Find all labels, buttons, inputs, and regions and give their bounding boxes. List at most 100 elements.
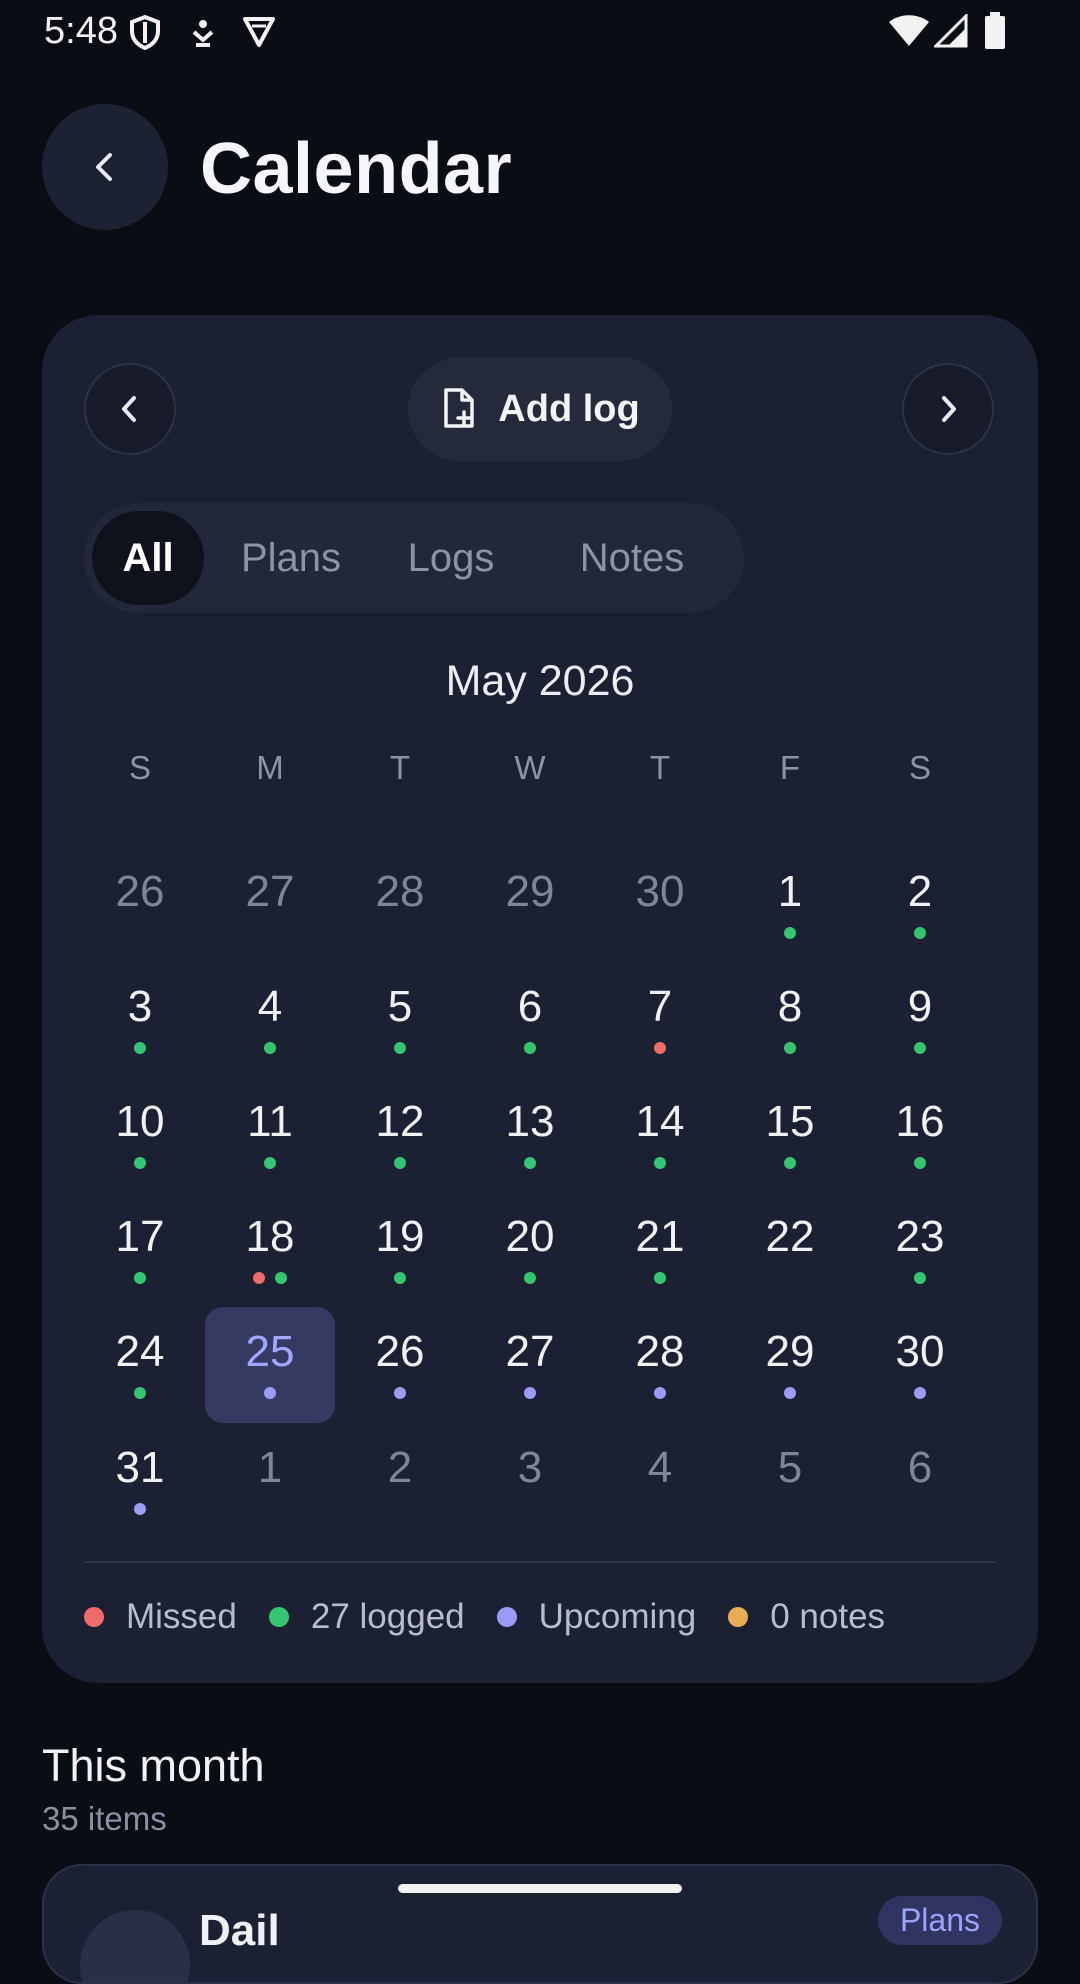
- legend-logged: 27 logged: [268, 1597, 465, 1637]
- missed-dot: [84, 1607, 104, 1627]
- calendar-day[interactable]: 26: [335, 1307, 465, 1423]
- logged-dot: [134, 1387, 146, 1399]
- calendar-day[interactable]: 2: [855, 847, 985, 963]
- vpn-icon: [243, 17, 275, 47]
- calendar-day[interactable]: 28: [335, 847, 465, 963]
- day-indicators: [75, 1042, 205, 1054]
- calendar-day[interactable]: 4: [595, 1423, 725, 1539]
- calendar-day[interactable]: 27: [205, 847, 335, 963]
- calendar-day[interactable]: 5: [725, 1423, 855, 1539]
- calendar-day[interactable]: 20: [465, 1192, 595, 1308]
- day-number: 27: [245, 867, 295, 916]
- day-number: 4: [647, 1443, 673, 1492]
- notification-icon: [192, 20, 214, 47]
- logged-dot: [914, 1272, 926, 1284]
- battery-icon: [985, 12, 1005, 49]
- tab-plans[interactable]: Plans: [216, 511, 366, 605]
- day-number: 22: [765, 1212, 815, 1261]
- calendar-day[interactable]: 18: [205, 1192, 335, 1308]
- legend-label: 27 logged: [310, 1597, 465, 1636]
- day-indicators: [205, 1157, 335, 1169]
- day-indicators: [205, 1272, 335, 1284]
- calendar-day[interactable]: 8: [725, 962, 855, 1078]
- prev-month-button[interactable]: [84, 363, 176, 455]
- list-item-title: Dail: [199, 1906, 280, 1955]
- day-number: 13: [505, 1097, 555, 1146]
- tab-all[interactable]: All: [92, 511, 204, 605]
- calendar-day[interactable]: 23: [855, 1192, 985, 1308]
- logged-dot: [264, 1042, 276, 1054]
- day-number: 29: [505, 867, 555, 916]
- calendar-day[interactable]: 21: [595, 1192, 725, 1308]
- legend-label: 0 notes: [770, 1597, 886, 1636]
- calendar-day[interactable]: 10: [75, 1077, 205, 1193]
- calendar-day[interactable]: 7: [595, 962, 725, 1078]
- calendar-day[interactable]: 5: [335, 962, 465, 1078]
- day-number: 21: [635, 1212, 685, 1261]
- day-number: 24: [115, 1327, 165, 1376]
- calendar-day[interactable]: 31: [75, 1423, 205, 1539]
- day-indicators: [335, 1157, 465, 1169]
- missed-dot: [654, 1042, 666, 1054]
- calendar-day[interactable]: 13: [465, 1077, 595, 1193]
- calendar-day[interactable]: 9: [855, 962, 985, 1078]
- tab-notes[interactable]: Notes: [544, 511, 720, 605]
- calendar-day[interactable]: 29: [465, 847, 595, 963]
- day-number: 30: [895, 1327, 945, 1376]
- calendar-day[interactable]: 16: [855, 1077, 985, 1193]
- calendar-day[interactable]: 27: [465, 1307, 595, 1423]
- calendar-day[interactable]: 30: [595, 847, 725, 963]
- logged-dot: [394, 1157, 406, 1169]
- calendar-day[interactable]: 19: [335, 1192, 465, 1308]
- home-indicator[interactable]: [398, 1884, 682, 1893]
- logged-dot: [134, 1042, 146, 1054]
- calendar-day[interactable]: 2: [335, 1423, 465, 1539]
- logged-dot: [784, 1042, 796, 1054]
- weekday-label: T: [649, 749, 671, 786]
- calendar-day[interactable]: 6: [465, 962, 595, 1078]
- calendar-day[interactable]: 26: [75, 847, 205, 963]
- day-indicators: [335, 1387, 465, 1399]
- weekday-label: W: [514, 749, 546, 786]
- calendar-day[interactable]: 30: [855, 1307, 985, 1423]
- day-number: 28: [375, 867, 425, 916]
- calendar-day[interactable]: 29: [725, 1307, 855, 1423]
- back-button[interactable]: [42, 104, 168, 230]
- calendar-day[interactable]: 28: [595, 1307, 725, 1423]
- calendar-day[interactable]: 1: [205, 1423, 335, 1539]
- day-indicators: [75, 1387, 205, 1399]
- calendar-day[interactable]: 14: [595, 1077, 725, 1193]
- logged-dot: [524, 1157, 536, 1169]
- day-number: 5: [777, 1443, 803, 1492]
- day-indicators: [855, 1157, 985, 1169]
- month-label: May 2026: [445, 657, 635, 705]
- calendar-day[interactable]: 1: [725, 847, 855, 963]
- next-month-button[interactable]: [902, 363, 994, 455]
- list-item[interactable]: Dail Plans: [42, 1864, 1038, 1984]
- page-title: Calendar: [200, 129, 513, 209]
- calendar-day[interactable]: 24: [75, 1307, 205, 1423]
- calendar-day[interactable]: 12: [335, 1077, 465, 1193]
- calendar-day[interactable]: 6: [855, 1423, 985, 1539]
- calendar-day[interactable]: 3: [75, 962, 205, 1078]
- day-indicators: [855, 927, 985, 939]
- legend: Missed 27 logged Upcoming 0 notes: [84, 1597, 917, 1637]
- calendar-day[interactable]: 3: [465, 1423, 595, 1539]
- logged-dot: [914, 927, 926, 939]
- missed-dot: [253, 1272, 265, 1284]
- day-indicators: [465, 1272, 595, 1284]
- calendar-day[interactable]: 11: [205, 1077, 335, 1193]
- calendar-day[interactable]: 22: [725, 1192, 855, 1308]
- logged-dot: [275, 1272, 287, 1284]
- add-log-button[interactable]: Add log: [408, 357, 672, 461]
- tab-logs[interactable]: Logs: [376, 511, 526, 605]
- calendar-day-today[interactable]: 25: [205, 1307, 335, 1423]
- calendar-day[interactable]: 4: [205, 962, 335, 1078]
- filter-tabs: All Plans Logs Notes: [84, 503, 744, 613]
- weekday-label: S: [128, 749, 151, 786]
- day-indicators: [205, 1042, 335, 1054]
- calendar-day[interactable]: 15: [725, 1077, 855, 1193]
- file-plus-icon: [444, 388, 475, 428]
- calendar-day[interactable]: 17: [75, 1192, 205, 1308]
- day-indicators: [725, 1387, 855, 1399]
